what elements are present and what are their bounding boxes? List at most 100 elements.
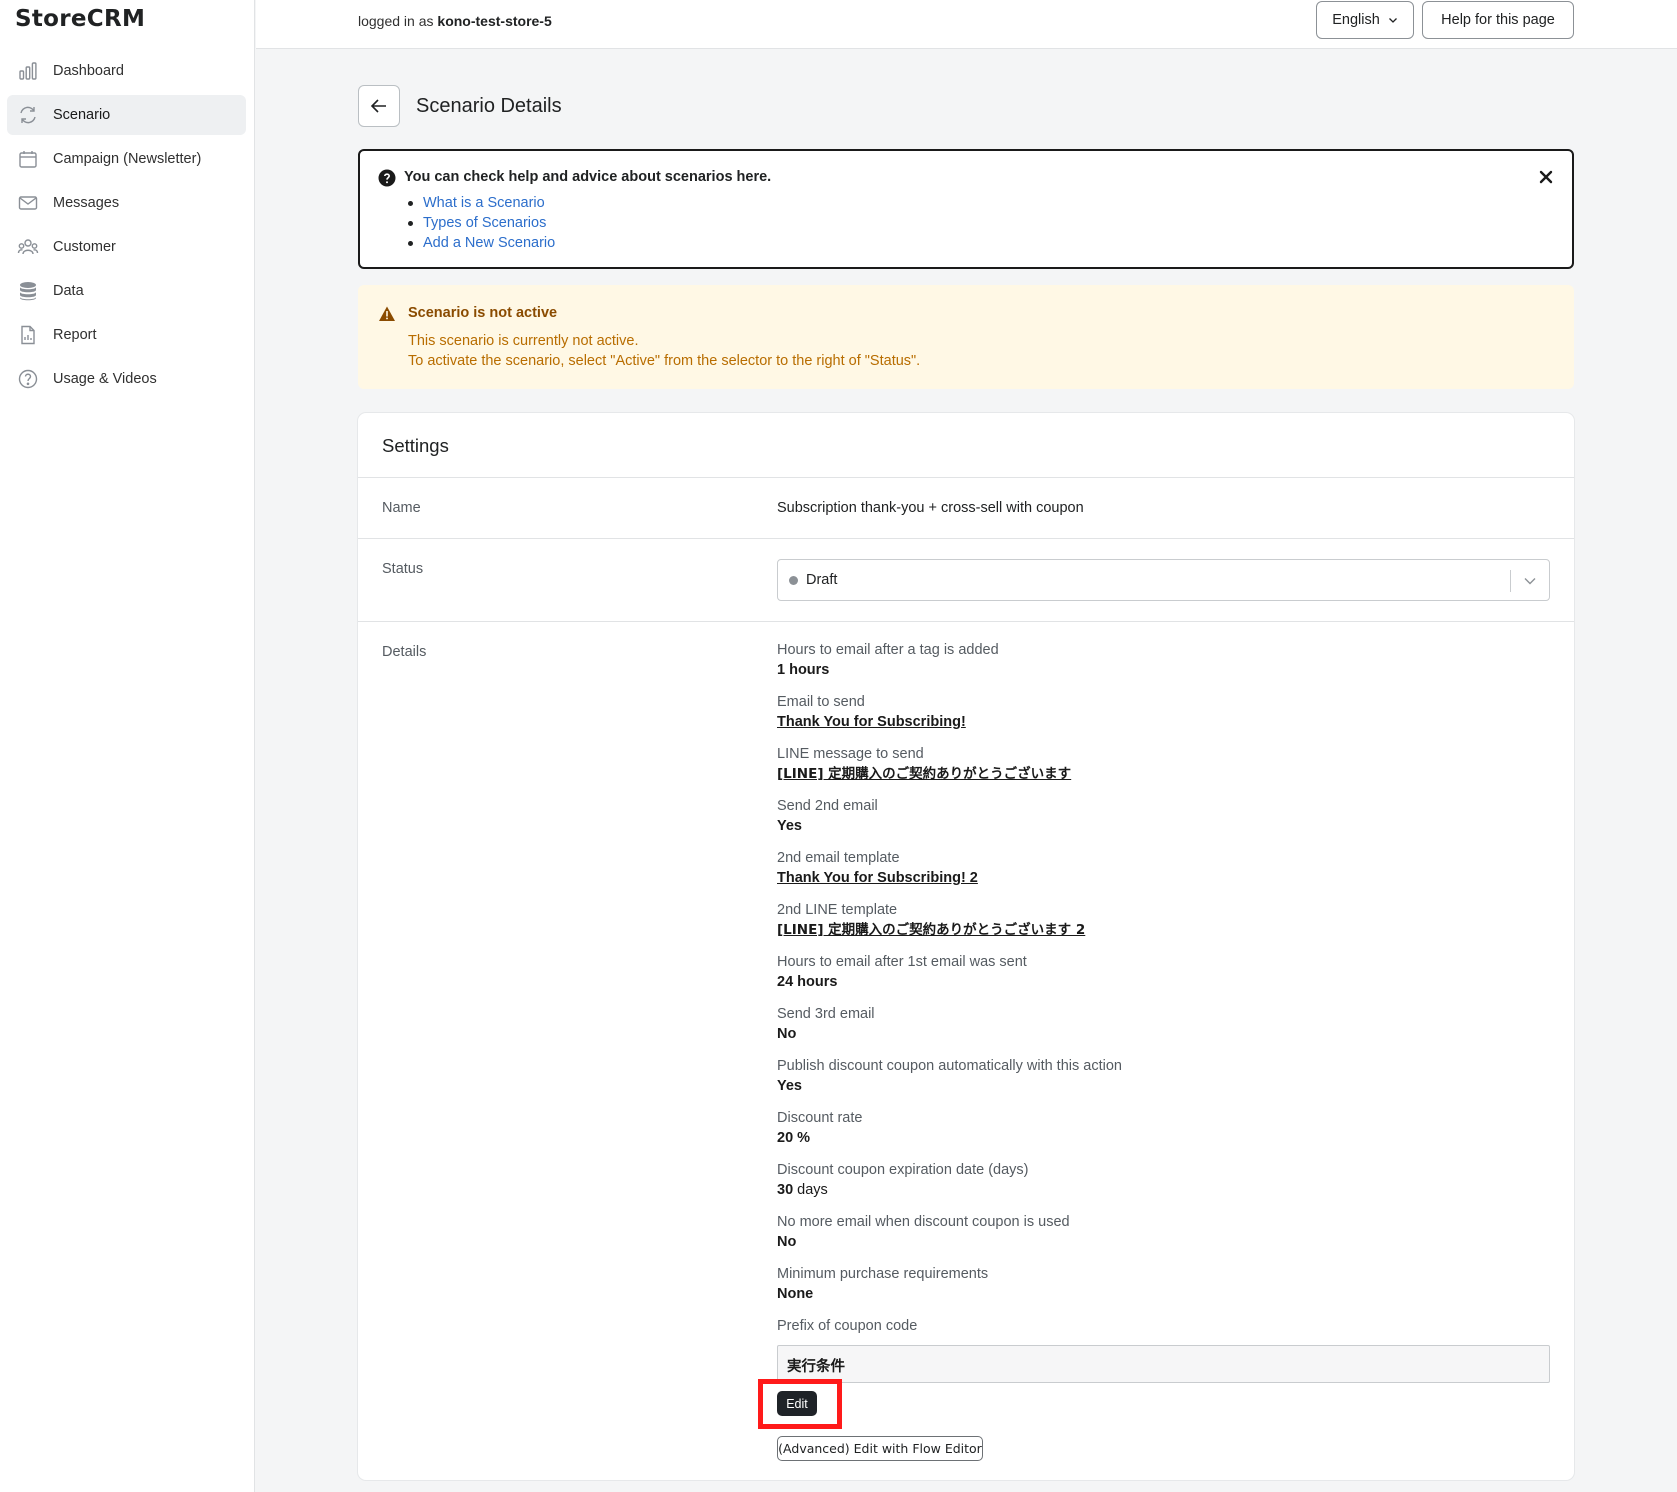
database-icon xyxy=(17,280,39,302)
users-icon xyxy=(17,236,39,258)
chevron-down-icon[interactable] xyxy=(1523,575,1537,587)
detail-item: Send 2nd email Yes xyxy=(777,796,1550,837)
link-what-is-scenario[interactable]: What is a Scenario xyxy=(423,195,545,211)
sidebar: StoreCRM Dashboard Scenario Campaign (Ne… xyxy=(0,0,255,1492)
settings-title: Settings xyxy=(382,435,449,456)
sidebar-item-label: Customer xyxy=(53,239,116,255)
second-line-template-link[interactable]: [LINE] 定期購入のご契約ありがとうございます 2 xyxy=(777,920,1550,941)
detail-item: Discount rate 20 % xyxy=(777,1108,1550,1149)
detail-value: 20 % xyxy=(777,1130,811,1146)
detail-item: LINE message to send [LINE] 定期購入のご契約ありがと… xyxy=(777,744,1550,785)
detail-value: None xyxy=(777,1286,814,1302)
link-types-of-scenarios[interactable]: Types of Scenarios xyxy=(423,215,546,231)
detail-value: 1 hours xyxy=(777,662,830,678)
detail-item: Minimum purchase requirements None xyxy=(777,1264,1550,1305)
flow-editor-button[interactable]: (Advanced) Edit with Flow Editor xyxy=(777,1436,983,1461)
detail-number: 30 xyxy=(777,1182,794,1198)
detail-label: Email to send xyxy=(777,694,865,710)
chevron-down-icon xyxy=(1388,18,1397,23)
detail-label: Send 3rd email xyxy=(777,1006,875,1022)
language-selector[interactable]: English xyxy=(1316,1,1414,39)
divider xyxy=(358,477,1574,478)
language-label: English xyxy=(1332,12,1380,28)
status-label: Status xyxy=(382,561,424,577)
detail-item: Send 3rd email No xyxy=(777,1004,1550,1045)
detail-value: Yes xyxy=(777,818,802,834)
detail-label: Publish discount coupon automatically wi… xyxy=(777,1058,1122,1074)
sidebar-item-label: Messages xyxy=(53,195,120,211)
store-name: kono-test-store-5 xyxy=(437,13,552,29)
sidebar-item-scenario[interactable]: Scenario xyxy=(7,95,246,135)
page-title: Scenario Details xyxy=(416,95,562,117)
app-logo[interactable]: StoreCRM xyxy=(15,6,145,32)
sidebar-item-label: Data xyxy=(53,283,84,299)
question-circle-icon xyxy=(378,169,396,187)
list-item: What is a Scenario xyxy=(408,193,555,213)
sidebar-item-label: Dashboard xyxy=(53,63,124,79)
arrow-left-icon xyxy=(370,99,386,113)
email-template-link[interactable]: Thank You for Subscribing! xyxy=(777,712,1550,733)
sidebar-item-report[interactable]: Report xyxy=(7,315,246,355)
bar-chart-icon xyxy=(17,60,39,82)
question-icon xyxy=(17,368,39,390)
sidebar-nav: Dashboard Scenario Campaign (Newsletter)… xyxy=(7,51,246,403)
detail-label: Prefix of coupon code xyxy=(777,1318,918,1334)
detail-label: 2nd LINE template xyxy=(777,902,898,918)
name-label: Name xyxy=(382,500,421,516)
back-button[interactable] xyxy=(358,85,400,127)
help-banner-title: You can check help and advice about scen… xyxy=(404,169,772,185)
sidebar-item-label: Report xyxy=(53,327,97,343)
calendar-icon xyxy=(17,148,39,170)
sidebar-item-campaign[interactable]: Campaign (Newsletter) xyxy=(7,139,246,179)
divider xyxy=(358,621,1574,622)
settings-card: Settings Name Subscription thank-you + c… xyxy=(358,413,1574,1480)
line-template-link[interactable]: [LINE] 定期購入のご契約ありがとうございます xyxy=(777,764,1550,785)
inactive-warning-banner: Scenario is not active This scenario is … xyxy=(358,285,1574,389)
details-label: Details xyxy=(382,644,427,660)
detail-unit: days xyxy=(793,1182,828,1198)
detail-label: No more email when discount coupon is us… xyxy=(777,1214,1070,1230)
status-dot xyxy=(789,576,798,585)
close-icon[interactable] xyxy=(1538,169,1554,185)
help-links: What is a Scenario Types of Scenarios Ad… xyxy=(408,193,555,253)
list-item: Types of Scenarios xyxy=(408,213,555,233)
status-value: Draft xyxy=(806,572,838,588)
name-value: Subscription thank-you + cross-sell with… xyxy=(777,500,1084,516)
detail-item: No more email when discount coupon is us… xyxy=(777,1212,1550,1253)
detail-item: Discount coupon expiration date (days) 3… xyxy=(777,1160,1550,1201)
detail-item: Email to send Thank You for Subscribing! xyxy=(777,692,1550,733)
detail-label: Minimum purchase requirements xyxy=(777,1266,989,1282)
top-bar: logged in as kono-test-store-5 English H… xyxy=(256,0,1677,49)
detail-label: Discount coupon expiration date (days) xyxy=(777,1162,1029,1178)
mail-icon xyxy=(17,192,39,214)
sidebar-item-data[interactable]: Data xyxy=(7,271,246,311)
list-item: Add a New Scenario xyxy=(408,233,555,253)
warning-icon xyxy=(379,306,395,321)
details-list: Hours to email after a tag is added 1 ho… xyxy=(777,640,1550,1347)
coupon-prefix-field: 実行条件 xyxy=(777,1345,1550,1383)
detail-item: Prefix of coupon code xyxy=(777,1316,1550,1336)
detail-item: 2nd LINE template [LINE] 定期購入のご契約ありがとうござ… xyxy=(777,900,1550,941)
sidebar-item-customer[interactable]: Customer xyxy=(7,227,246,267)
sidebar-item-messages[interactable]: Messages xyxy=(7,183,246,223)
select-separator xyxy=(1510,570,1511,592)
detail-label: LINE message to send xyxy=(777,746,924,762)
detail-label: Hours to email after 1st email was sent xyxy=(777,954,1027,970)
detail-item: Hours to email after a tag is added 1 ho… xyxy=(777,640,1550,681)
detail-item: 2nd email template Thank You for Subscri… xyxy=(777,848,1550,889)
coupon-prefix-value: 実行条件 xyxy=(787,1359,845,1375)
edit-button[interactable]: Edit xyxy=(777,1391,817,1416)
link-add-new-scenario[interactable]: Add a New Scenario xyxy=(423,235,555,251)
sidebar-item-label: Campaign (Newsletter) xyxy=(53,151,202,167)
sidebar-item-dashboard[interactable]: Dashboard xyxy=(7,51,246,91)
status-select[interactable]: Draft xyxy=(777,559,1550,601)
help-for-page-button[interactable]: Help for this page xyxy=(1422,1,1574,39)
detail-label: 2nd email template xyxy=(777,850,900,866)
detail-value: Yes xyxy=(777,1078,802,1094)
detail-item: Hours to email after 1st email was sent … xyxy=(777,952,1550,993)
detail-label: Send 2nd email xyxy=(777,798,878,814)
detail-value: 24 hours xyxy=(777,974,838,990)
second-email-template-link[interactable]: Thank You for Subscribing! 2 xyxy=(777,868,1550,889)
sidebar-item-usage-videos[interactable]: Usage & Videos xyxy=(7,359,246,399)
detail-value: No xyxy=(777,1026,797,1042)
